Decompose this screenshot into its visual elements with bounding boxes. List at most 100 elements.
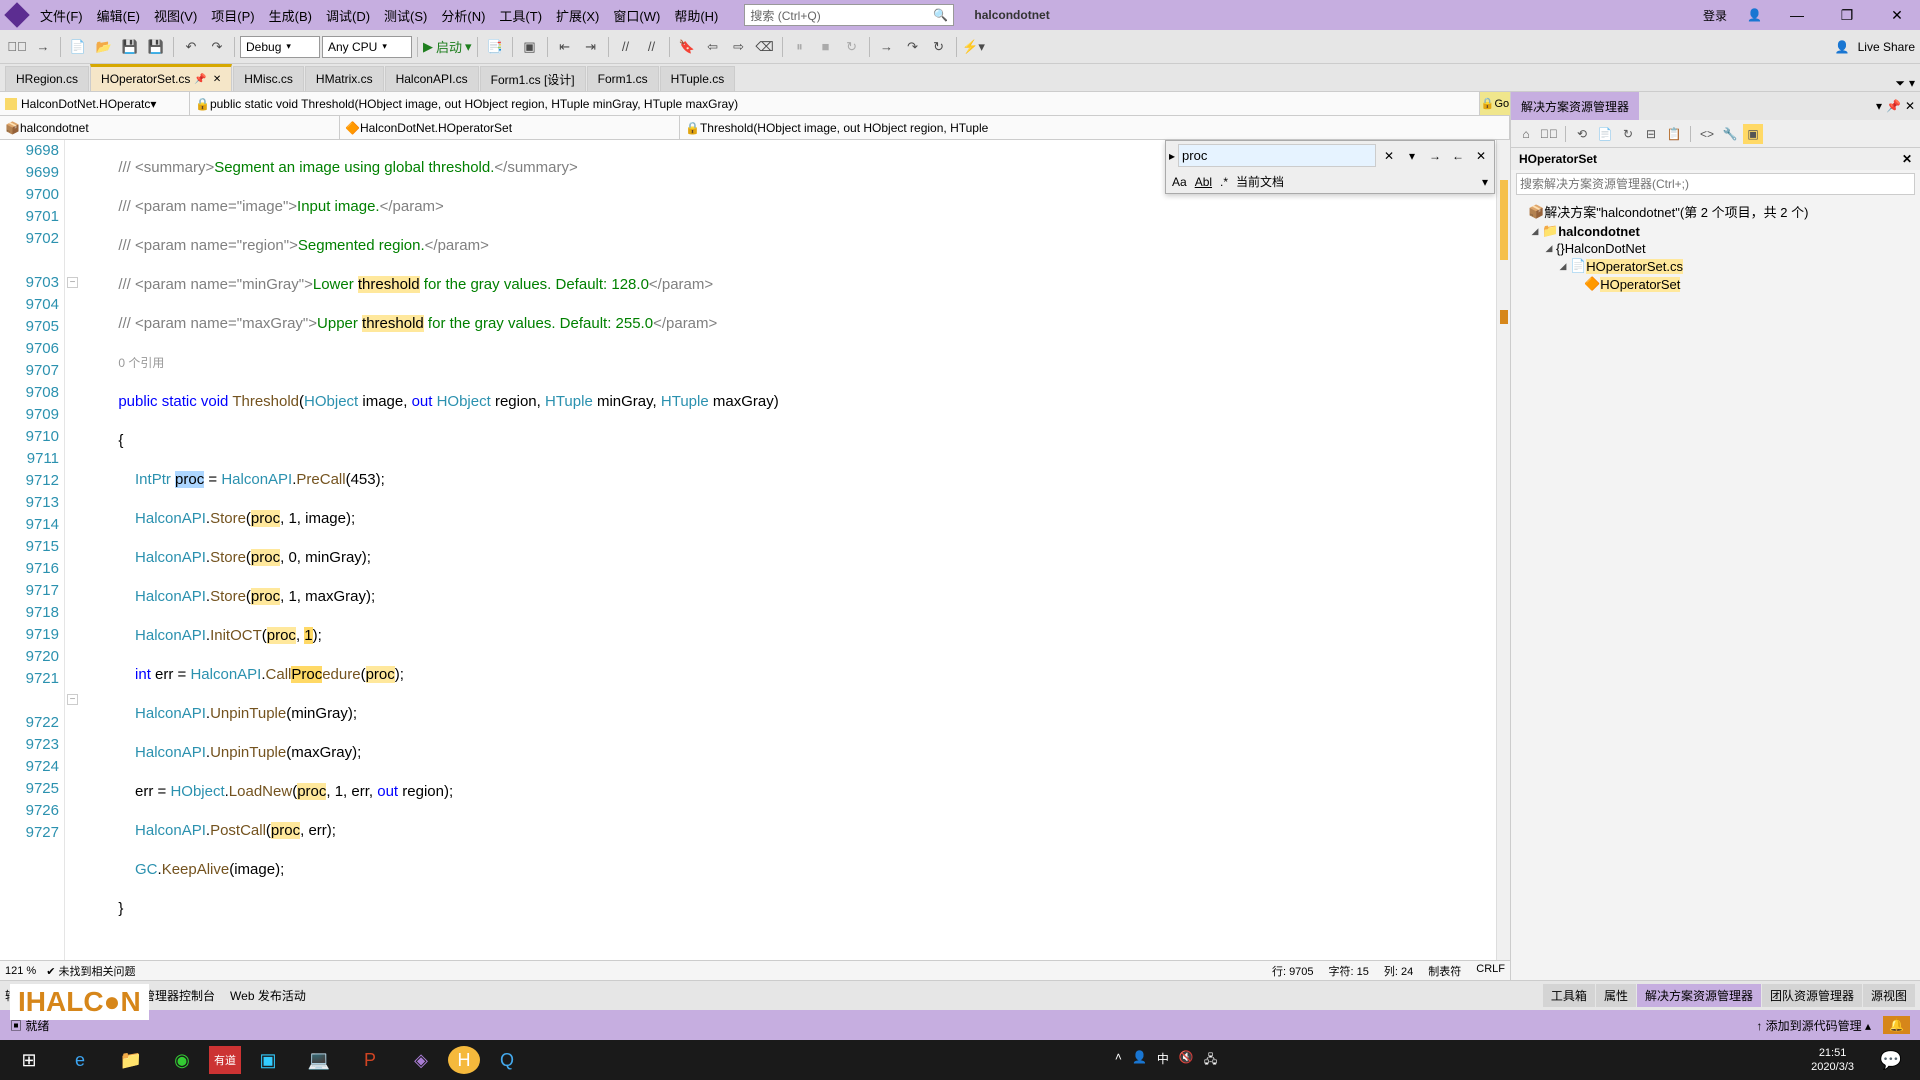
solution-explorer-tab[interactable]: 解决方案资源管理器 <box>1511 92 1639 120</box>
redo-button[interactable]: ↷ <box>205 35 229 59</box>
code-content[interactable]: /// <summary>Segment an image using glob… <box>80 140 1496 960</box>
login-button[interactable]: 登录 <box>1703 7 1727 24</box>
home-button[interactable]: ⌂ <box>1516 124 1536 144</box>
overview-ruler[interactable] <box>1496 140 1510 960</box>
whole-word-toggle[interactable]: Abl <box>1195 175 1212 189</box>
maximize-button[interactable]: ❐ <box>1832 7 1862 24</box>
uncomment-button[interactable]: // <box>640 35 664 59</box>
close-icon[interactable]: ✕ <box>213 74 221 85</box>
tree-solution[interactable]: 📦 解决方案"halcondotnet"(第 2 个项目，共 2 个) <box>1514 201 1917 222</box>
app-grey-icon[interactable]: 💻 <box>295 1042 343 1078</box>
notifications-button[interactable]: 🔔 <box>1883 1016 1910 1034</box>
solution-search-input[interactable] <box>1516 173 1915 195</box>
properties-tab[interactable]: 属性 <box>1596 984 1636 1007</box>
back-button[interactable]: ◯⃪ <box>1539 124 1559 144</box>
project-combo[interactable]: HalconDotNet.HOperatc ▾ <box>0 92 190 115</box>
nav-back-button[interactable]: ◯⃪ <box>5 35 29 59</box>
vs-taskbar-icon[interactable]: ◈ <box>397 1042 445 1078</box>
halcon-icon[interactable]: H <box>448 1046 480 1074</box>
wrench-button[interactable]: 🔧 <box>1720 124 1740 144</box>
collapse-button[interactable]: ⊟ <box>1641 124 1661 144</box>
show-all-button[interactable]: 📄 <box>1595 124 1615 144</box>
tree-class[interactable]: 🔶 HOperatorSet <box>1514 275 1917 293</box>
match-case-toggle[interactable]: Aa <box>1172 175 1187 189</box>
find-dropdown-button[interactable]: ▾ <box>1402 146 1422 166</box>
go-button[interactable]: 🔒Go <box>1480 92 1510 115</box>
tab-hmisc[interactable]: HMisc.cs <box>233 66 304 91</box>
open-button[interactable]: 📂 <box>92 35 116 59</box>
find-input[interactable] <box>1178 144 1376 167</box>
menu-debug[interactable]: 调试(D) <box>320 6 376 25</box>
liveshare-button[interactable]: Live Share <box>1858 40 1915 54</box>
find-clear-button[interactable]: ✕ <box>1379 146 1399 166</box>
liveshare-user-icon[interactable]: 👤 <box>1835 40 1850 54</box>
solution-explorer-bottomtab[interactable]: 解决方案资源管理器 <box>1637 984 1761 1007</box>
sync-button[interactable]: ⟲ <box>1572 124 1592 144</box>
project-nav-combo[interactable]: 📦 halcondotnet <box>0 116 340 139</box>
taskbar-clock[interactable]: 21:512020/3/3 <box>1801 1046 1864 1074</box>
step-into-button[interactable]: → <box>875 35 899 59</box>
tree-file[interactable]: ◢📄 HOperatorSet.cs <box>1514 257 1917 275</box>
save-button[interactable]: 💾 <box>118 35 142 59</box>
app-red-icon[interactable]: 有道 <box>209 1046 241 1074</box>
tray-network-icon[interactable]: 🖧 <box>1204 1050 1217 1071</box>
menu-extensions[interactable]: 扩展(X) <box>550 6 605 25</box>
find-expand-toggle[interactable]: ▸ <box>1169 149 1175 163</box>
app-q-icon[interactable]: Q <box>483 1042 531 1078</box>
prev-bookmark-button[interactable]: ⇦ <box>701 35 725 59</box>
view-button[interactable]: ▣ <box>1743 124 1763 144</box>
menu-analyze[interactable]: 分析(N) <box>435 6 491 25</box>
panel-close-button[interactable]: ✕ <box>1905 99 1915 113</box>
tool-1[interactable]: 📑 <box>483 35 507 59</box>
zoom-level[interactable]: 121 % <box>5 965 36 977</box>
chrome-icon[interactable]: ◉ <box>158 1042 206 1078</box>
menu-build[interactable]: 生成(B) <box>263 6 318 25</box>
indent-in-button[interactable]: ⇥ <box>579 35 603 59</box>
fold-column[interactable]: − − <box>65 140 80 960</box>
restart-button[interactable]: ↻ <box>840 35 864 59</box>
find-prev-button[interactable]: ← <box>1448 146 1468 166</box>
menu-help[interactable]: 帮助(H) <box>668 6 724 25</box>
clear-bookmark-button[interactable]: ⌫ <box>753 35 777 59</box>
new-item-button[interactable]: 📄 <box>66 35 90 59</box>
tab-form1-design[interactable]: Form1.cs [设计] <box>480 66 586 91</box>
platform-combo[interactable]: Any CPU <box>322 36 412 58</box>
nav-forward-button[interactable]: → <box>31 35 55 59</box>
find-next-button[interactable]: → <box>1425 146 1445 166</box>
menu-view[interactable]: 视图(V) <box>148 6 203 25</box>
menu-project[interactable]: 项目(P) <box>205 6 260 25</box>
solution-tree[interactable]: 📦 解决方案"halcondotnet"(第 2 个项目，共 2 个) ◢📁 h… <box>1511 198 1920 980</box>
stop-button[interactable]: ■ <box>814 35 838 59</box>
find-close-button[interactable]: ✕ <box>1471 146 1491 166</box>
start-button[interactable]: ⊞ <box>5 1042 53 1078</box>
step-out-button[interactable]: ↻ <box>927 35 951 59</box>
minimize-button[interactable]: — <box>1782 7 1812 23</box>
preview-button[interactable]: <> <box>1697 124 1717 144</box>
find-scope-combo[interactable]: 当前文档 <box>1236 173 1474 190</box>
start-debug-button[interactable]: ▶ 启动 ▾ <box>423 37 472 56</box>
panel-pin-button[interactable]: 📌 <box>1886 99 1901 113</box>
tree-project[interactable]: ◢📁 halcondotnet <box>1514 222 1917 240</box>
panel-dropdown-button[interactable]: ▾ <box>1876 99 1882 113</box>
web-publish-tab[interactable]: Web 发布活动 <box>230 987 306 1004</box>
global-search-input[interactable]: 搜索 (Ctrl+Q) 🔍 <box>744 4 954 26</box>
type-nav-combo[interactable]: 🔶 HalconDotNet.HOperatorSet <box>340 116 680 139</box>
comment-button[interactable]: // <box>614 35 638 59</box>
action-center-icon[interactable]: 💬 <box>1867 1042 1915 1078</box>
source-control-button[interactable]: ↑ 添加到源代码管理 ▴ <box>1756 1017 1871 1034</box>
step-button[interactable]: ⏸ <box>788 35 812 59</box>
code-editor[interactable]: 9698969997009701 970297039704 9705970697… <box>0 140 1510 960</box>
menu-edit[interactable]: 编辑(E) <box>91 6 146 25</box>
tabs-menu-button[interactable]: ▾ <box>1909 76 1915 91</box>
tab-htuple[interactable]: HTuple.cs <box>660 66 736 91</box>
tray-ime-icon[interactable]: 中 <box>1157 1050 1169 1071</box>
tab-hoperatorset[interactable]: HOperatorSet.cs📌✕ <box>90 64 232 91</box>
next-bookmark-button[interactable]: ⇨ <box>727 35 751 59</box>
config-combo[interactable]: Debug <box>240 36 320 58</box>
tray-people-icon[interactable]: 👤 <box>1132 1050 1147 1071</box>
close-button[interactable]: ✕ <box>1882 7 1912 24</box>
source-view-tab[interactable]: 源视图 <box>1863 984 1915 1007</box>
explorer-icon[interactable]: 📁 <box>107 1042 155 1078</box>
pin-icon[interactable]: 📌 <box>194 74 206 85</box>
undo-button[interactable]: ↶ <box>179 35 203 59</box>
